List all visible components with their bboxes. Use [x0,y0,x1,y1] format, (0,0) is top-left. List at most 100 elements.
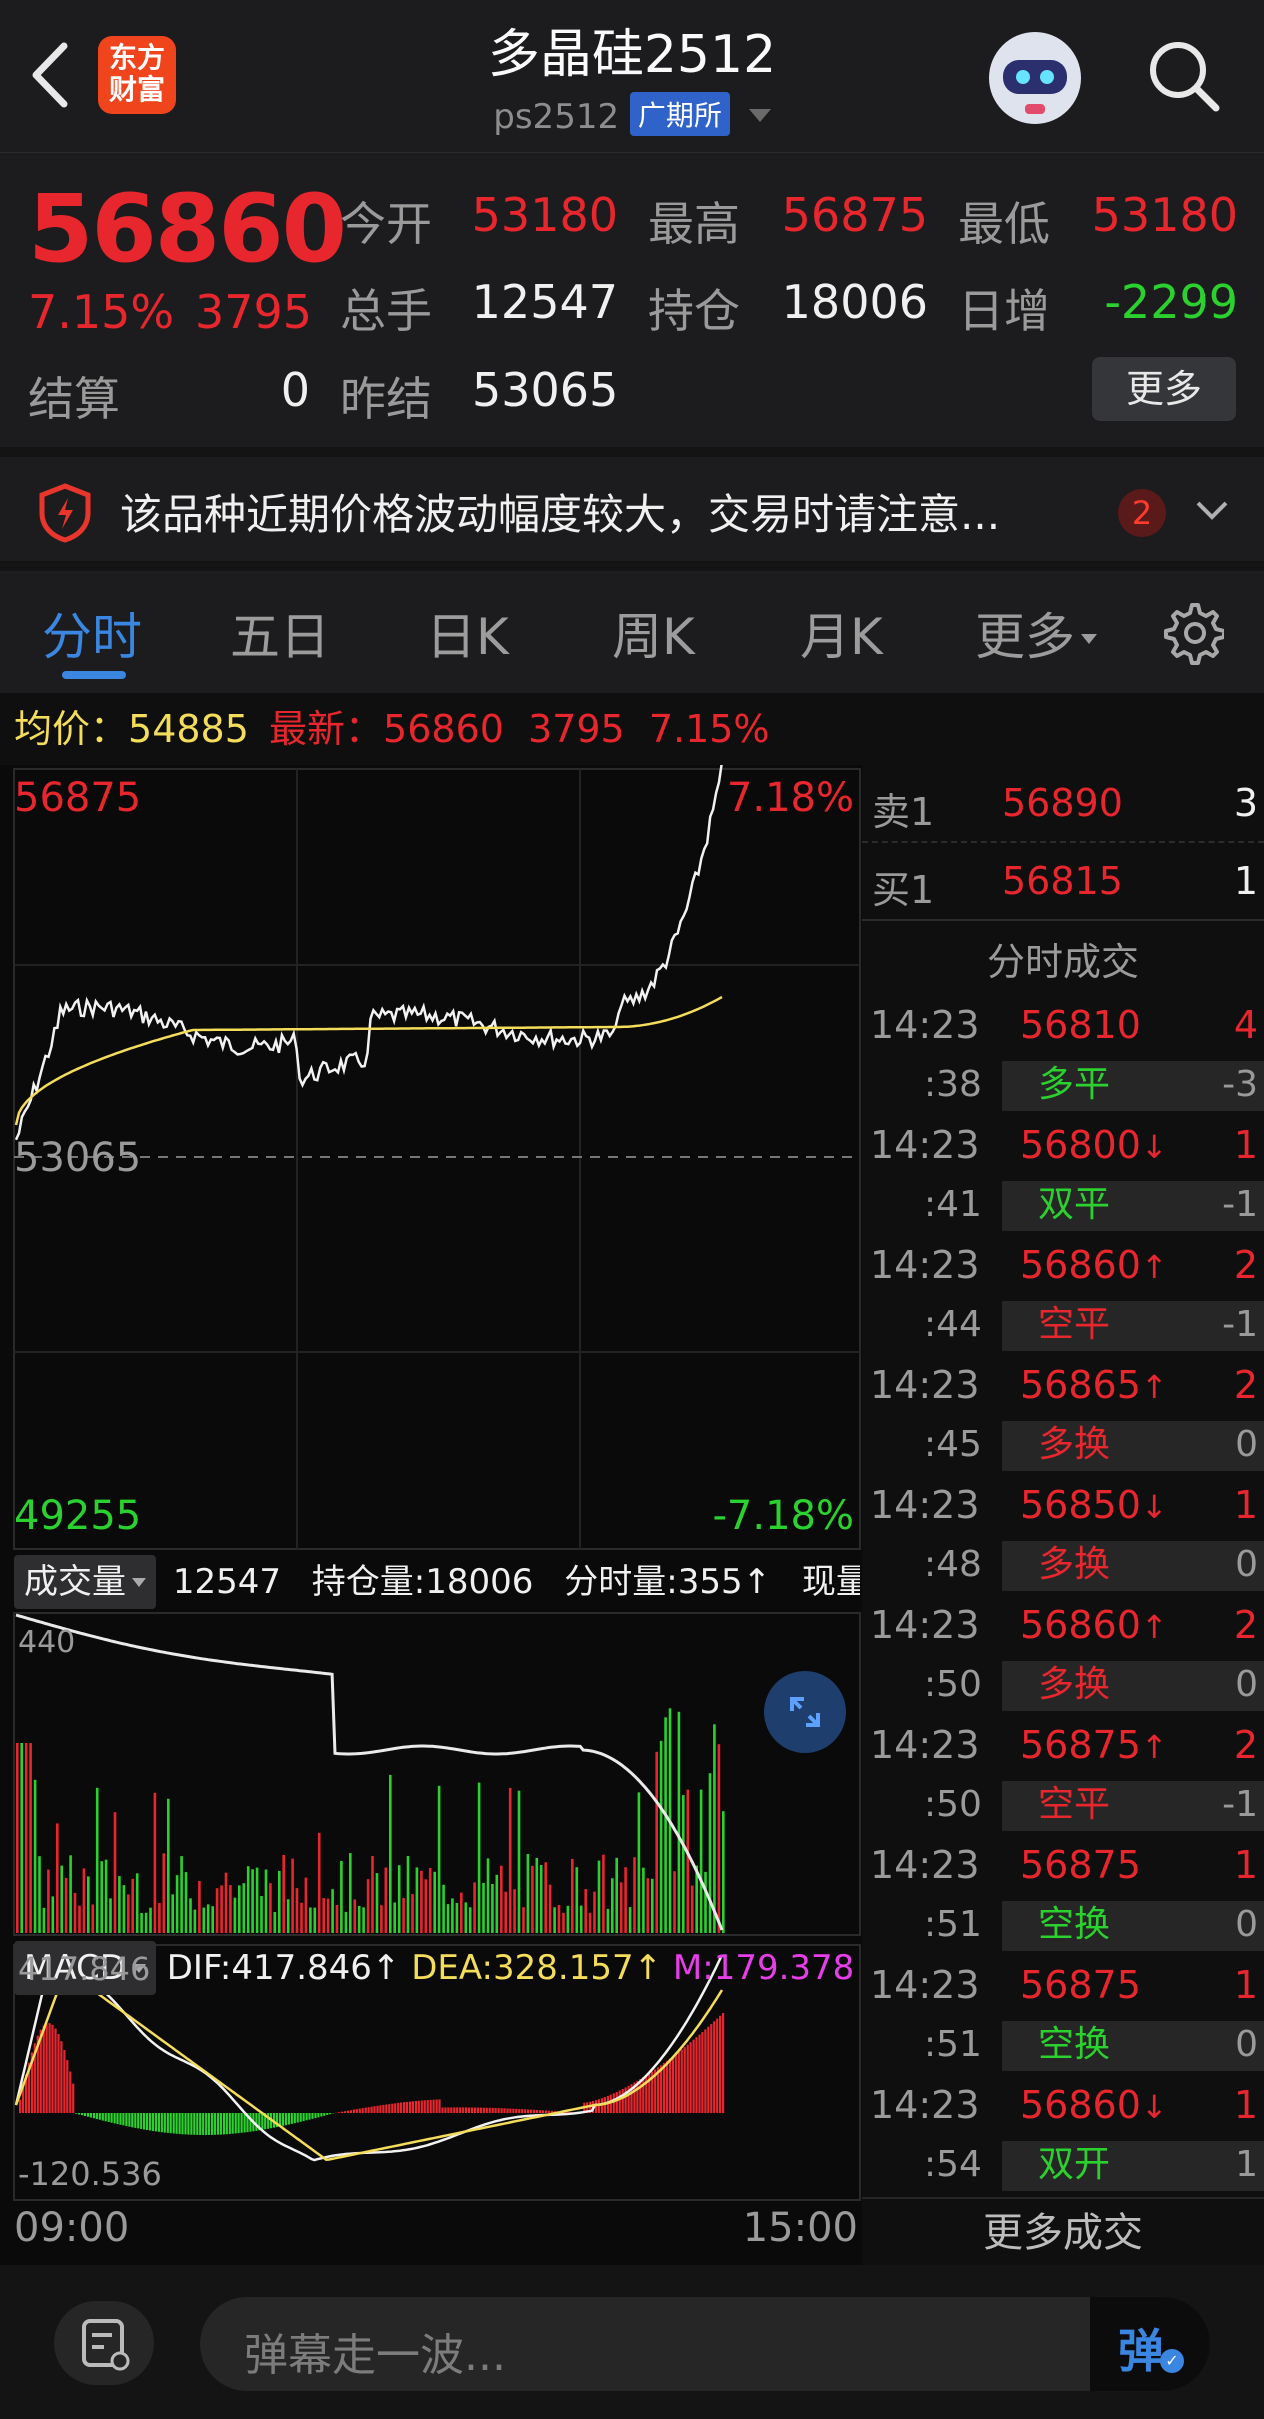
expand-button[interactable] [764,1671,846,1753]
volume-bar [335,1905,339,1933]
macd-bar [532,2109,536,2113]
tick-price-value: 56865 [1020,1363,1141,1407]
macd-bar [512,2108,515,2113]
volume-bar [264,1869,268,1933]
robot-avatar-icon[interactable] [985,28,1085,128]
volume-bar [486,1858,490,1933]
bid-row[interactable]: 买1 56815 1 [862,843,1264,921]
macd-bar [642,2077,645,2113]
macd-m: M:179.378↑ [672,1948,860,1988]
tick-row: 14:23 56860↑ 2 [862,1595,1264,1655]
macd-bar [462,2107,465,2113]
open-label: 今开 [340,197,432,251]
volume-bar [149,1907,152,1933]
more-button[interactable]: 更多 [1092,357,1236,421]
tab-intraday[interactable]: 分时 [42,597,142,669]
volume-bar [606,1908,610,1933]
notice-count-badge: 2 [1118,489,1166,537]
chevron-down-icon[interactable] [1192,495,1232,525]
dropdown-caret-icon[interactable] [748,109,771,122]
last-price: 56860 [28,175,347,284]
volume-bar [384,1867,388,1933]
macd-bar [671,2056,674,2113]
ask-qty: 3 [1233,781,1258,825]
macd-bar [662,2063,666,2113]
tick-type: 双平 [1038,1184,1111,1225]
current-volume-text: 现量:1 [801,1562,860,1602]
axis-mid-price: 53065 [14,1135,142,1181]
macd-bar [175,2113,178,2134]
high-value: 56875 [781,188,928,242]
macd-bar [193,2113,196,2135]
volume-bar [135,1873,139,1933]
tick-oi-change: 0 [1235,1424,1258,1465]
tick-seconds: :38 [924,1064,982,1105]
volume-bar [371,1856,374,1933]
tick-seconds: :54 [924,2144,982,2185]
danmaku-input[interactable]: 弹幕走一波... 弹 ✓ [200,2297,1210,2391]
tick-price-value: 56875 [1020,1963,1141,2007]
macd-bar [187,2113,190,2135]
more-trades-button[interactable]: 更多成交 [862,2197,1264,2265]
macd-bar [515,2108,518,2113]
volume-bar [690,1885,694,1933]
macd-dif: DIF:417.846↑ [166,1948,401,1988]
tick-type-row: :54 双开 1 [862,2135,1264,2195]
macd-bar [615,2092,618,2113]
tick-qty: 2 [1233,1723,1258,1767]
volume-total: 12547 [172,1562,281,1602]
volume-bar [33,1779,37,1933]
macd-bar [89,2113,92,2118]
risk-notice[interactable]: 该品种近期价格波动幅度较大，交易时请注意... 2 [0,447,1264,571]
danmaku-settings-icon [82,2319,130,2371]
volume-bar [56,1823,59,1933]
macd-bar [391,2103,394,2113]
volume-bar [446,1904,450,1933]
macd-bar [146,2113,149,2130]
tick-time: 14:23 [870,1243,980,1287]
axis-bottom-pct: -7.18% [712,1493,854,1539]
macd-bar [719,2015,722,2113]
volume-bar [291,1858,294,1933]
ask-price: 56890 [1002,781,1123,825]
volume-bar [131,1878,134,1933]
macd-bar [116,2113,119,2125]
tick-type: 多换 [1038,1544,1111,1585]
search-icon[interactable] [1146,38,1222,114]
tab-more[interactable]: 更多 [975,597,1097,669]
macd-bar [293,2113,296,2124]
danmaku-send-button[interactable]: 弹 ✓ [1090,2297,1210,2391]
macd-bar [432,2099,435,2113]
volume-bar [389,1774,392,1933]
volume-bar [504,1891,507,1933]
avg-value: 54885 [128,707,249,751]
macd-bar [234,2113,237,2134]
macd-bar [403,2102,406,2113]
gear-icon[interactable] [1160,601,1224,665]
intraday-chart-area[interactable]: 56875 7.18% 53065 49255 -7.18% 成交量 12547… [0,765,862,2265]
macd-bar [157,2113,160,2132]
volume-bar [189,1898,192,1933]
danmaku-settings-button[interactable] [54,2301,154,2385]
volume-bar [278,1870,281,1933]
tab-five-day[interactable]: 五日 [230,597,330,669]
tab-daily-k[interactable]: 日K [426,597,509,669]
tick-row: 14:23 56860↓ 1 [862,2075,1264,2135]
volume-bar [571,1858,574,1933]
volume-bar [300,1902,303,1933]
tick-list[interactable]: 14:23 56810 4:38 多平 -3 14:23 56800↓ 1:41 双平 -1 14:… [862,995,1264,2195]
macd-bar [216,2113,220,2135]
ask-label: 卖1 [872,790,935,834]
volume-bar [198,1881,201,1933]
oi-label: 持仓 [648,284,740,338]
tab-monthly-k[interactable]: 月K [800,597,883,669]
contract-code: ps2512 [493,97,620,137]
volume-bar [495,1874,499,1933]
tab-weekly-k[interactable]: 周K [612,597,695,669]
ask-row[interactable]: 卖1 56890 3 [862,765,1264,843]
tick-type-row: :38 多平 -3 [862,1055,1264,1115]
macd-bar [225,2113,228,2135]
volume-bar [366,1879,370,1933]
macd-bar [716,2018,719,2113]
volume-indicator-select[interactable]: 成交量 [14,1555,156,1609]
